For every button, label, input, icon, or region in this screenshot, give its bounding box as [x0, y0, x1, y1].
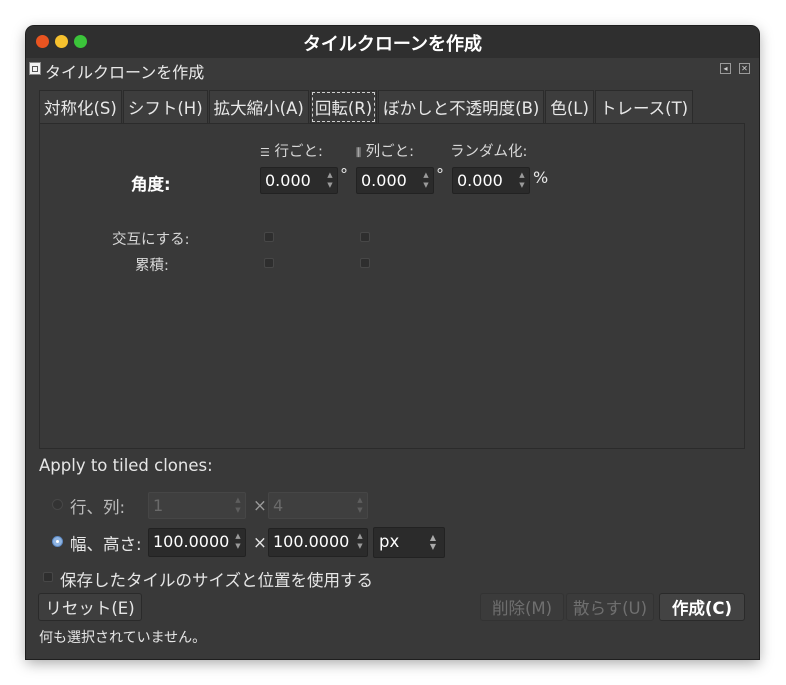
times-sign: × [253, 533, 267, 552]
dialog-icon [29, 62, 41, 75]
columns-icon: ⫼ [356, 146, 362, 159]
tab-color[interactable]: 色(L) [545, 90, 594, 123]
spin-arrows-icon[interactable]: ▲ ▼ [355, 495, 365, 515]
spin-arrows-icon[interactable]: ▲ ▼ [233, 531, 243, 551]
width-height-radio[interactable] [52, 536, 63, 547]
cumulate-per-column-checkbox[interactable] [360, 258, 370, 268]
columns-spin[interactable]: 4 ▲ ▼ [268, 492, 368, 519]
spin-arrows-icon[interactable]: ▲ ▼ [233, 495, 243, 515]
dock-header: タイルクローンを作成 ◂ ✕ [26, 58, 759, 82]
rows-spin[interactable]: 1 ▲ ▼ [148, 492, 246, 519]
alternate-per-row-checkbox[interactable] [264, 232, 274, 242]
angle-label: 角度: [131, 175, 171, 194]
alternate-per-column-checkbox[interactable] [360, 232, 370, 242]
rows-columns-radio[interactable] [52, 499, 63, 510]
apply-heading: Apply to tiled clones: [39, 456, 213, 475]
rows-icon: ☰ [260, 146, 270, 159]
spin-arrows-icon[interactable]: ▲ ▼ [517, 170, 527, 190]
close-dock-icon[interactable]: ✕ [739, 63, 750, 74]
rows-columns-label: 行、列: [70, 498, 126, 517]
unit-select[interactable]: px ▲ ▼ [373, 527, 445, 558]
window-titlebar: タイルクローンを作成 [26, 26, 759, 59]
unclump-button[interactable]: 散らす(U) [566, 593, 654, 621]
use-saved-size-checkbox[interactable] [43, 572, 53, 582]
angle-per-column-spin[interactable]: 0.000 ▲ ▼ [356, 167, 434, 194]
width-spin[interactable]: 100.0000 ▲ ▼ [148, 528, 246, 557]
select-arrows-icon: ▲ ▼ [429, 533, 436, 551]
remove-button[interactable]: 削除(M) [480, 593, 564, 621]
height-spin[interactable]: 100.0000 ▲ ▼ [268, 528, 368, 557]
percent-unit: % [533, 168, 549, 187]
spin-arrows-icon[interactable]: ▲ ▼ [325, 170, 335, 190]
spin-arrows-icon[interactable]: ▲ ▼ [355, 531, 365, 551]
tab-bar: 対称化(S) シフト(H) 拡大縮小(A) 回転(R) ぼかしと不透明度(B) … [39, 90, 694, 124]
reset-button[interactable]: リセット(E) [38, 593, 142, 621]
tab-rotation[interactable]: 回転(R) [309, 90, 378, 123]
spin-arrows-icon[interactable]: ▲ ▼ [421, 170, 431, 190]
dock-title: タイルクローンを作成 [45, 63, 205, 82]
tab-scale[interactable]: 拡大縮小(A) [208, 90, 309, 123]
alternate-label: 交互にする: [112, 232, 190, 248]
randomize-header: ランダム化: [450, 144, 528, 160]
tab-blur-opacity[interactable]: ぼかしと不透明度(B) [378, 90, 545, 123]
rotation-panel: ☰ 行ごと: ⫼ 列ごと: ランダム化: 角度: 0.000 ▲ ▼ ° 0.00… [39, 123, 745, 449]
cumulate-label: 累積: [135, 258, 169, 274]
tiled-clones-dialog: タイルクローンを作成 タイルクローンを作成 ◂ ✕ 対称化(S) シフト(H) … [26, 26, 759, 659]
window-title: タイルクローンを作成 [302, 34, 483, 55]
tab-trace[interactable]: トレース(T) [594, 90, 694, 123]
tab-shift[interactable]: シフト(H) [122, 90, 208, 123]
per-row-header: ☰ 行ごと: [260, 144, 323, 160]
use-saved-size-label: 保存したタイルのサイズと位置を使用する [60, 571, 374, 590]
tab-symmetry[interactable]: 対称化(S) [39, 90, 122, 123]
times-sign: × [253, 496, 267, 515]
angle-randomize-spin[interactable]: 0.000 ▲ ▼ [452, 167, 530, 194]
cumulate-per-row-checkbox[interactable] [264, 258, 274, 268]
status-text: 何も選択されていません。 [39, 630, 207, 646]
width-height-label: 幅、高さ: [70, 535, 142, 554]
per-column-header: ⫼ 列ごと: [356, 144, 415, 160]
angle-per-row-spin[interactable]: 0.000 ▲ ▼ [260, 167, 338, 194]
degree-unit: ° [340, 165, 348, 184]
undock-icon[interactable]: ◂ [720, 63, 731, 74]
degree-unit: ° [436, 165, 444, 184]
create-button[interactable]: 作成(C) [659, 593, 745, 621]
